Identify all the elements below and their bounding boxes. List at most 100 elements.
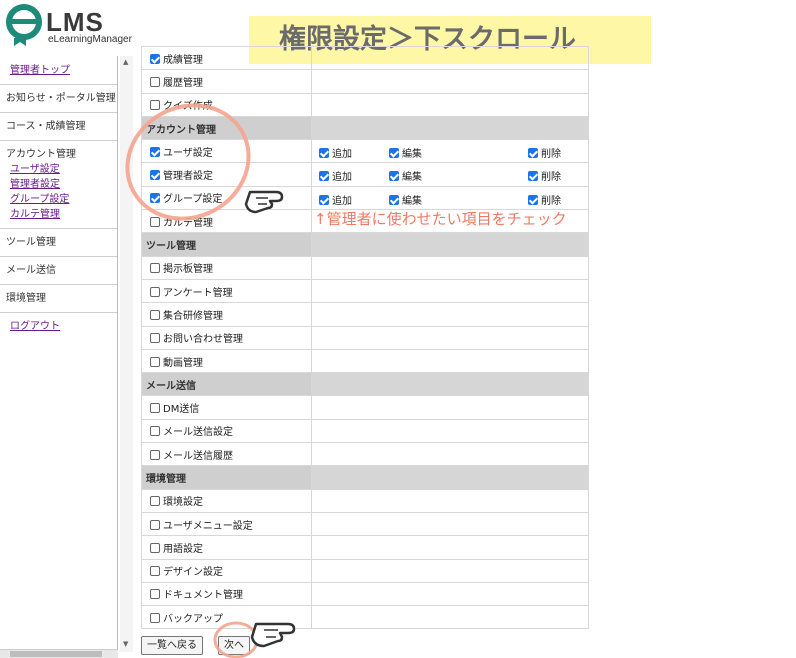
permission-checkbox[interactable] [150, 449, 160, 460]
permission-cell: ユーザ設定 [141, 139, 312, 164]
permission-label[interactable]: 集合研修管理 [163, 311, 223, 322]
permission-checkbox[interactable] [150, 612, 160, 623]
permission-checkbox[interactable] [150, 333, 160, 344]
sidebar-tools[interactable]: ツール管理 [6, 235, 117, 250]
sidebar-env[interactable]: 環境管理 [6, 291, 117, 306]
permission-label[interactable]: 履歴管理 [163, 78, 203, 89]
option-checkbox[interactable] [528, 171, 538, 182]
permission-label[interactable]: 管理者設定 [163, 171, 213, 182]
permission-cell: 成績管理 [141, 45, 312, 71]
permission-checkbox[interactable] [150, 403, 160, 414]
sidebar-mail[interactable]: メール送信 [6, 263, 117, 278]
sidebar-item-karte[interactable]: カルテ管理 [10, 207, 117, 222]
permission-label[interactable]: 成績管理 [163, 55, 203, 66]
permission-checkbox[interactable] [150, 309, 160, 320]
option-checkbox-group[interactable]: 追加 [319, 168, 352, 183]
scroll-up-icon[interactable]: ▲ [123, 58, 128, 66]
permission-label[interactable]: メール送信設定 [163, 427, 233, 438]
permission-checkbox[interactable] [150, 100, 160, 111]
permission-label[interactable]: デザイン設定 [163, 567, 223, 578]
option-label: 削除 [541, 149, 561, 161]
permission-cell: カルテ管理 [141, 209, 312, 234]
option-label: 編集 [402, 149, 422, 161]
permission-row: 環境設定 [141, 488, 589, 513]
option-checkbox[interactable] [319, 148, 329, 159]
permission-options-cell [311, 535, 589, 560]
permission-checkbox[interactable] [150, 76, 160, 87]
permission-label[interactable]: メール送信履歴 [163, 451, 233, 462]
permission-label[interactable]: ユーザ設定 [163, 148, 213, 159]
option-checkbox-group[interactable]: 編集 [389, 168, 422, 183]
permission-checkbox[interactable] [150, 566, 160, 577]
option-checkbox[interactable] [319, 171, 329, 182]
permission-label[interactable]: 動画管理 [163, 358, 203, 369]
sidebar-account-head[interactable]: アカウント管理 [6, 147, 117, 162]
permission-checkbox[interactable] [150, 519, 160, 530]
permission-row: ユーザ設定 追加 編集 削除 [141, 139, 589, 164]
permission-label[interactable]: グループ設定 [163, 194, 222, 205]
permission-label[interactable]: DM送信 [163, 404, 199, 415]
sidebar-notice-portal[interactable]: お知らせ・ポータル管理 [6, 91, 117, 106]
instruction-annotation: ↑管理者に使わせたい項目をチェック [314, 210, 567, 228]
permission-label[interactable]: カルテ管理 [163, 218, 213, 229]
option-checkbox-group[interactable]: 追加 [319, 145, 352, 160]
permission-label[interactable]: クイズ作成 [163, 101, 213, 112]
permission-cell: メール送信履歴 [141, 442, 312, 467]
permission-label[interactable]: 掲示板管理 [163, 264, 213, 275]
permission-row: 管理者設定 追加 編集 削除 [141, 162, 589, 187]
permission-row: グループ設定 追加 編集 削除 [141, 185, 589, 211]
section-label: 環境管理 [141, 465, 312, 490]
permission-label[interactable]: 環境設定 [163, 497, 203, 508]
permission-options-cell [311, 325, 589, 350]
permission-cell: 掲示板管理 [141, 255, 312, 280]
permission-options-cell [311, 255, 589, 280]
sidebar-item-user-settings[interactable]: ユーザ設定 [10, 162, 117, 177]
permission-label[interactable]: バックアップ [163, 614, 223, 625]
option-checkbox-group[interactable]: 追加 [319, 192, 352, 207]
permission-cell: 動画管理 [141, 348, 312, 374]
permission-checkbox[interactable] [150, 146, 160, 157]
scroll-down-icon[interactable]: ▼ [123, 640, 128, 648]
option-checkbox[interactable] [319, 194, 329, 205]
option-checkbox-group[interactable]: 削除 [528, 168, 561, 183]
permission-label[interactable]: ドキュメント管理 [163, 590, 243, 601]
permission-label[interactable]: アンケート管理 [163, 288, 233, 299]
permission-checkbox[interactable] [150, 589, 160, 600]
option-checkbox[interactable] [528, 148, 538, 159]
section-label: アカウント管理 [141, 115, 312, 141]
permission-options-cell [311, 605, 589, 630]
option-checkbox-group[interactable]: 削除 [528, 192, 561, 207]
option-checkbox[interactable] [389, 194, 399, 205]
permission-label[interactable]: 用語設定 [163, 544, 203, 555]
next-button[interactable]: 次へ [218, 636, 250, 655]
scrollbar-thumb[interactable] [10, 651, 102, 657]
sidebar-course-grades[interactable]: コース・成績管理 [6, 119, 117, 134]
option-checkbox-group[interactable]: 削除 [528, 145, 561, 160]
permission-checkbox[interactable] [150, 356, 160, 367]
permission-checkbox[interactable] [150, 286, 160, 297]
permission-checkbox[interactable] [150, 496, 160, 507]
option-checkbox[interactable] [389, 171, 399, 182]
sidebar-link-logout[interactable]: ログアウト [6, 319, 117, 334]
permission-checkbox[interactable] [150, 170, 160, 181]
permission-label[interactable]: お問い合わせ管理 [163, 334, 243, 345]
option-checkbox[interactable] [389, 148, 399, 159]
permission-checkbox[interactable] [150, 216, 160, 227]
back-to-list-button[interactable]: 一覧へ戻る [141, 636, 203, 655]
option-checkbox[interactable] [528, 194, 538, 205]
sidebar-item-group-settings[interactable]: グループ設定 [10, 192, 117, 207]
permission-options-cell [311, 442, 589, 467]
permission-checkbox[interactable] [150, 53, 160, 64]
permission-checkbox[interactable] [150, 263, 160, 274]
option-checkbox-group[interactable]: 編集 [389, 192, 422, 207]
permission-checkbox[interactable] [150, 542, 160, 553]
content-vertical-scrollbar[interactable]: ▲ ▼ [120, 56, 133, 652]
option-checkbox-group[interactable]: 編集 [389, 145, 422, 160]
sidebar-item-admin-settings[interactable]: 管理者設定 [10, 177, 117, 192]
permission-cell: お問い合わせ管理 [141, 325, 312, 350]
sidebar-link-admin-top[interactable]: 管理者トップ [6, 63, 117, 78]
permission-checkbox[interactable] [150, 426, 160, 437]
permission-label[interactable]: ユーザメニュー設定 [163, 521, 253, 532]
sidebar-horizontal-scrollbar[interactable] [0, 649, 118, 658]
permission-checkbox[interactable] [150, 193, 160, 204]
